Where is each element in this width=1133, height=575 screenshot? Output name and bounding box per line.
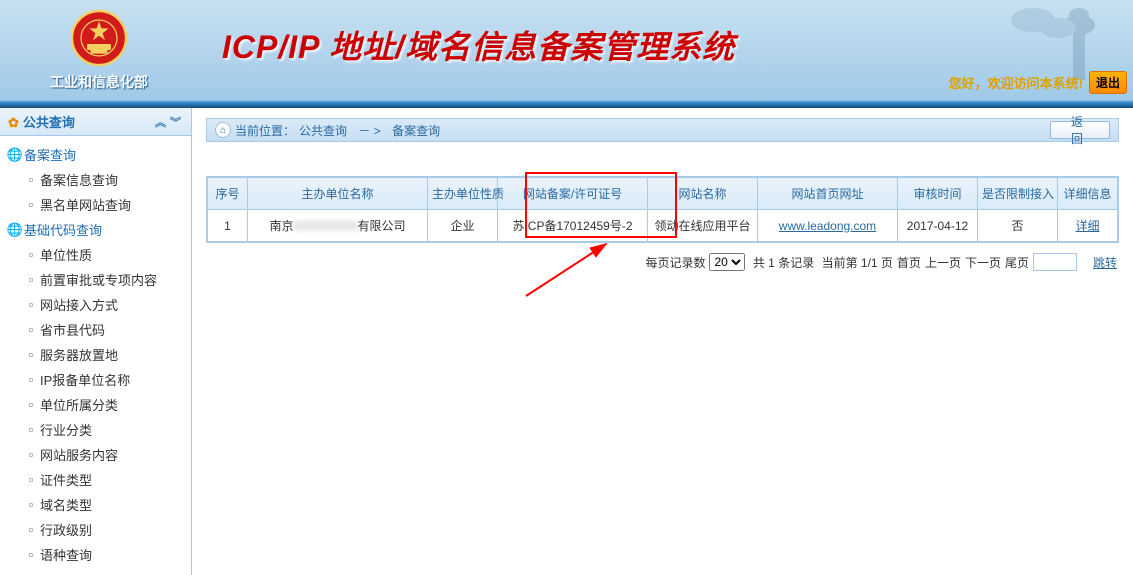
pager-page: 当前第 1/1 页	[818, 254, 893, 271]
content-area: ⌂ 当前位置： 公共查询 － > 备案查询 返 回 序号主办单位名称主办单位性质…	[192, 108, 1133, 575]
cell-detail: 详细	[1058, 210, 1118, 242]
doc-icon: ▫	[22, 372, 40, 387]
tree-item[interactable]: ▫备案信息查询	[6, 167, 187, 192]
crumb-path-2[interactable]: 备案查询	[392, 122, 440, 139]
th: 序号	[208, 178, 248, 210]
tree-group[interactable]: 🌐基础代码查询	[6, 217, 187, 242]
sidebar-collapse-arrows[interactable]: ︽︾	[153, 114, 183, 130]
doc-icon: ▫	[22, 347, 40, 362]
breadcrumb: ⌂ 当前位置： 公共查询 － > 备案查询 返 回	[206, 118, 1119, 142]
cell-audit: 2017-04-12	[898, 210, 978, 242]
doc-icon: ▫	[22, 172, 40, 187]
doc-icon: ▫	[22, 397, 40, 412]
emblem-icon	[69, 8, 129, 68]
pager-jump[interactable]: 跳转	[1093, 254, 1117, 271]
th: 是否限制接入	[978, 178, 1058, 210]
perpage-label: 每页记录数	[645, 254, 705, 271]
app-header: 工业和信息化部 ICP/IP 地址/域名信息备案管理系统 您好，欢迎访问本系统!…	[0, 0, 1133, 100]
tree-item[interactable]: ▫单位所属分类	[6, 392, 187, 417]
nav-stripe	[0, 100, 1133, 108]
tree-item[interactable]: ▫域名类型	[6, 492, 187, 517]
th: 审核时间	[898, 178, 978, 210]
doc-icon: ▫	[22, 547, 40, 562]
gear-icon: ✿	[8, 115, 19, 130]
th: 主办单位名称	[248, 178, 428, 210]
tree-item[interactable]: ▫省市县代码	[6, 317, 187, 342]
globe-icon: 🌐	[6, 147, 24, 163]
tree-item[interactable]: ▫黑名单网站查询	[6, 192, 187, 217]
app-title: ICP/IP 地址/域名信息备案管理系统	[198, 0, 735, 68]
cell-sitename: 领动在线应用平台	[648, 210, 758, 242]
doc-icon: ▫	[22, 522, 40, 537]
perpage-select[interactable]: 20	[709, 253, 745, 271]
detail-link[interactable]: 详细	[1075, 219, 1099, 233]
tree-item[interactable]: ▫前置审批或专项内容	[6, 267, 187, 292]
th: 网站备案/许可证号	[498, 178, 648, 210]
th: 详细信息	[1058, 178, 1118, 210]
org-name: 工业和信息化部	[0, 72, 198, 92]
tree-item[interactable]: ▫行业分类	[6, 417, 187, 442]
crumb-path-1[interactable]: 公共查询	[299, 122, 347, 139]
tree-item[interactable]: ▫网站服务内容	[6, 442, 187, 467]
home-icon[interactable]: ⌂	[215, 122, 231, 138]
tree-group[interactable]: 🌐备案查询	[6, 142, 187, 167]
welcome-bar: 您好，欢迎访问本系统! 退出	[949, 71, 1127, 94]
tree-item[interactable]: ▫服务器放置地	[6, 342, 187, 367]
pager-prev[interactable]: 上一页	[925, 254, 961, 271]
sidebar: ✿ 公共查询 ︽︾ 🌐备案查询▫备案信息查询▫黑名单网站查询🌐基础代码查询▫单位性…	[0, 108, 192, 575]
globe-icon: 🌐	[6, 222, 24, 238]
crumb-sep: － >	[358, 122, 380, 139]
doc-icon: ▫	[22, 247, 40, 262]
sidebar-head: ✿ 公共查询 ︽︾	[0, 108, 191, 136]
org-block: 工业和信息化部	[0, 0, 198, 92]
cell-unit: 南京XXXXXXXX有限公司	[248, 210, 428, 242]
th: 主办单位性质	[428, 178, 498, 210]
doc-icon: ▫	[22, 422, 40, 437]
doc-icon: ▫	[22, 472, 40, 487]
doc-icon: ▫	[22, 497, 40, 512]
tree-item[interactable]: ▫证件类型	[6, 467, 187, 492]
site-url-link[interactable]: www.leadong.com	[779, 219, 876, 233]
pager: 每页记录数 20 共 1 条记录 当前第 1/1 页 首页 上一页 下一页 尾页…	[206, 243, 1119, 281]
pager-page-input[interactable]	[1033, 253, 1077, 271]
pager-next[interactable]: 下一页	[965, 254, 1001, 271]
nav-tree: 🌐备案查询▫备案信息查询▫黑名单网站查询🌐基础代码查询▫单位性质▫前置审批或专项…	[0, 136, 191, 575]
exit-button[interactable]: 退出	[1089, 71, 1127, 94]
results-panel: 序号主办单位名称主办单位性质网站备案/许可证号网站名称网站首页网址审核时间是否限…	[206, 176, 1119, 243]
doc-icon: ▫	[22, 322, 40, 337]
cell-idx: 1	[208, 210, 248, 242]
results-table: 序号主办单位名称主办单位性质网站备案/许可证号网站名称网站首页网址审核时间是否限…	[207, 177, 1118, 242]
tree-item[interactable]: ▫单位性质	[6, 242, 187, 267]
cell-restricted: 否	[978, 210, 1058, 242]
pager-total: 共 1 条记录	[749, 254, 814, 271]
pager-first[interactable]: 首页	[897, 254, 921, 271]
tree-item[interactable]: ▫IP报备单位名称	[6, 367, 187, 392]
th: 网站首页网址	[758, 178, 898, 210]
crumb-label: 当前位置：	[235, 122, 295, 139]
tree-item[interactable]: ▫语种查询	[6, 542, 187, 567]
tree-item[interactable]: ▫行政级别	[6, 517, 187, 542]
cell-license: 苏ICP备17012459号-2	[498, 210, 648, 242]
doc-icon: ▫	[22, 297, 40, 312]
sidebar-head-label: 公共查询	[23, 115, 75, 130]
table-row: 1 南京XXXXXXXX有限公司 企业 苏ICP备17012459号-2 领动在…	[208, 210, 1118, 242]
table-header-row: 序号主办单位名称主办单位性质网站备案/许可证号网站名称网站首页网址审核时间是否限…	[208, 178, 1118, 210]
tree-item[interactable]: ▫网站接入方式	[6, 292, 187, 317]
cell-url: www.leadong.com	[758, 210, 898, 242]
pager-last[interactable]: 尾页	[1005, 254, 1029, 271]
back-button[interactable]: 返 回	[1050, 121, 1110, 139]
welcome-text: 您好，欢迎访问本系统!	[949, 73, 1083, 92]
decor-icon	[1003, 0, 1123, 80]
th: 网站名称	[648, 178, 758, 210]
doc-icon: ▫	[22, 272, 40, 287]
doc-icon: ▫	[22, 447, 40, 462]
cell-nature: 企业	[428, 210, 498, 242]
doc-icon: ▫	[22, 197, 40, 212]
